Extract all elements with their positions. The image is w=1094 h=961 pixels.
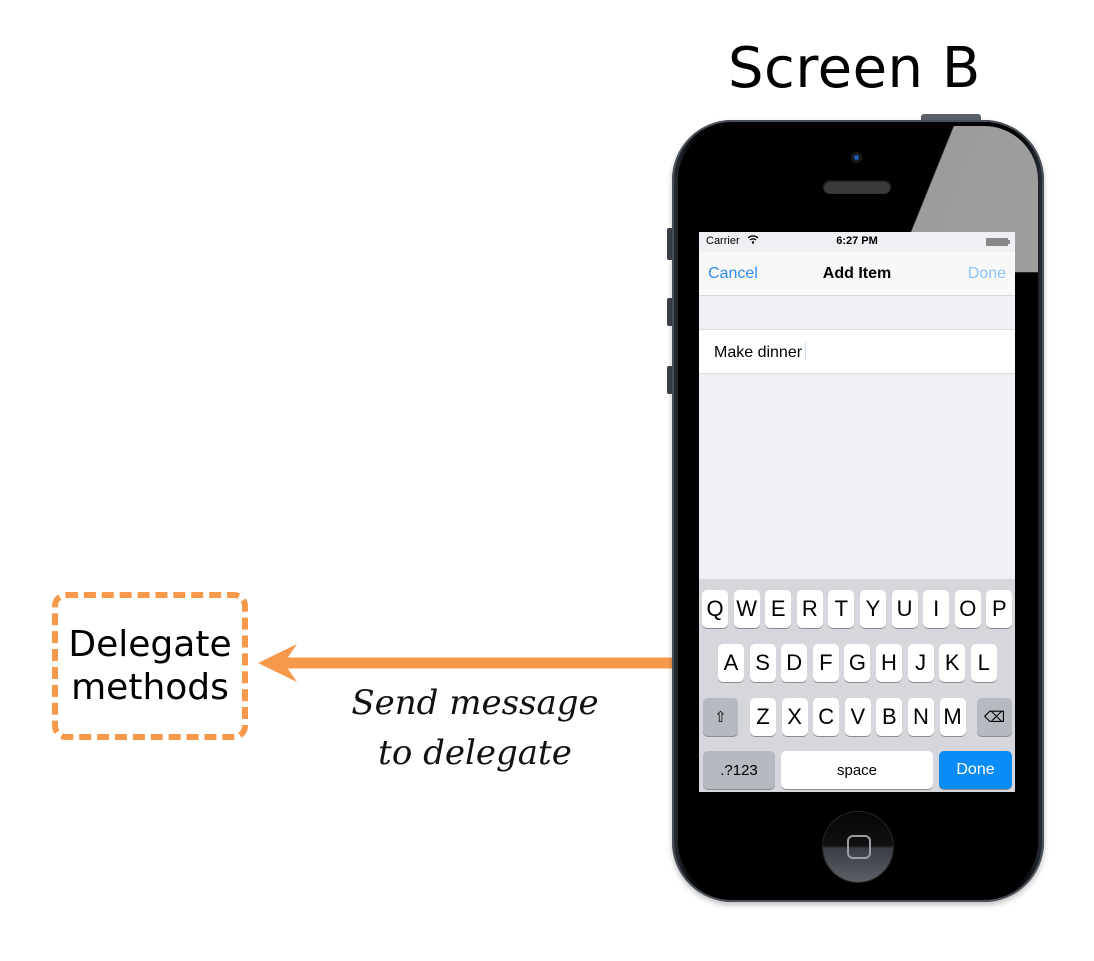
arrow-caption: Send message to delegate: [340, 678, 610, 778]
numbers-key[interactable]: .?123: [703, 751, 775, 789]
done-button[interactable]: Done: [968, 265, 1006, 283]
key-f[interactable]: F: [812, 644, 839, 682]
item-text-field[interactable]: Make dinner: [699, 329, 1015, 374]
key-g[interactable]: G: [844, 644, 871, 682]
key-q[interactable]: Q: [702, 590, 728, 628]
key-m[interactable]: M: [939, 698, 966, 736]
home-button[interactable]: [823, 812, 893, 882]
key-d[interactable]: D: [781, 644, 808, 682]
status-bar: Carrier 6:27 PM: [699, 232, 1015, 252]
space-key[interactable]: space: [781, 751, 933, 789]
phone-screen: Carrier 6:27 PM Cancel Add Item Done Mak…: [699, 232, 1015, 792]
key-l[interactable]: L: [970, 644, 997, 682]
key-o[interactable]: O: [954, 590, 981, 628]
key-a[interactable]: A: [718, 644, 744, 682]
key-x[interactable]: X: [781, 698, 808, 736]
key-k[interactable]: K: [939, 644, 966, 682]
key-n[interactable]: N: [908, 698, 934, 736]
keyboard: Q W E R T Y U I O P A S D F G H J K L ⇧ Z X C V B N M ⌫ .?123 space Do…: [699, 579, 1015, 792]
key-t[interactable]: T: [828, 590, 855, 628]
key-h[interactable]: H: [876, 644, 902, 682]
item-text: Make dinner: [714, 344, 803, 361]
key-e[interactable]: E: [765, 590, 792, 628]
key-p[interactable]: P: [986, 590, 1013, 628]
caption-line2: to delegate: [378, 733, 572, 773]
front-camera-icon: [851, 152, 862, 163]
delete-key-icon[interactable]: ⌫: [977, 698, 1012, 736]
keyboard-done-key[interactable]: Done: [939, 751, 1012, 789]
key-z[interactable]: Z: [750, 698, 776, 736]
caption-line1: Send message: [351, 683, 599, 723]
battery-icon: [986, 238, 1010, 246]
status-time: 6:27 PM: [836, 235, 878, 247]
key-c[interactable]: C: [813, 698, 840, 736]
key-w[interactable]: W: [733, 590, 760, 628]
item-text-value[interactable]: Make dinner: [714, 342, 807, 362]
key-b[interactable]: B: [876, 698, 903, 736]
key-u[interactable]: U: [891, 590, 918, 628]
home-square-icon: [847, 835, 871, 859]
earpiece-speaker: [823, 180, 891, 194]
key-v[interactable]: V: [844, 698, 871, 736]
key-r[interactable]: R: [796, 590, 823, 628]
key-i[interactable]: I: [923, 590, 950, 628]
shift-key-icon[interactable]: ⇧: [703, 698, 738, 736]
key-j[interactable]: J: [907, 644, 934, 682]
text-caret: [805, 342, 807, 360]
key-y[interactable]: Y: [860, 590, 886, 628]
key-s[interactable]: S: [749, 644, 776, 682]
navigation-bar: Cancel Add Item Done: [699, 252, 1015, 296]
